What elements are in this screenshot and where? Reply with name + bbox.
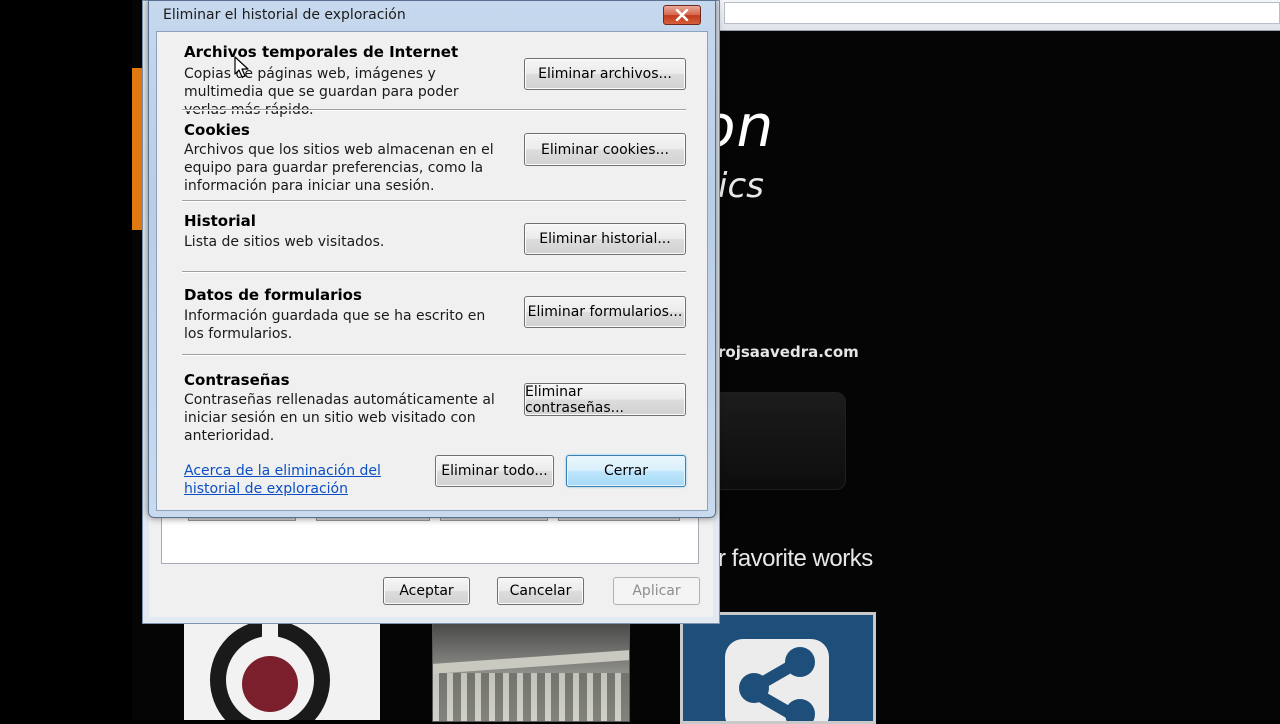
desktop-left-strip bbox=[0, 0, 132, 720]
delete-passwords-button[interactable]: Eliminar contraseñas... bbox=[524, 383, 686, 416]
section-title-history: Historial bbox=[184, 212, 256, 230]
mouse-cursor-icon bbox=[234, 56, 249, 78]
section-desc-form-data: Información guardada que se ha escrito e… bbox=[184, 308, 486, 342]
section-desc-cookies: Archivos que los sitios web almacenan en… bbox=[184, 142, 494, 194]
cancel-button[interactable]: Cancelar bbox=[497, 577, 584, 605]
section-title-form-data: Datos de formularios bbox=[184, 286, 362, 304]
section-divider bbox=[182, 271, 686, 273]
delete-history-button[interactable]: Eliminar historial... bbox=[524, 223, 686, 255]
site-email-text: rojsaavedra.com bbox=[718, 343, 859, 361]
ring-logo-core bbox=[242, 656, 298, 712]
section-divider bbox=[182, 200, 686, 202]
section-desc-history: Lista de sitios web visitados. bbox=[184, 234, 385, 250]
delete-all-button[interactable]: Eliminar todo... bbox=[435, 455, 554, 487]
browser-address-area[interactable] bbox=[724, 2, 1280, 24]
close-dialog-button[interactable]: Cerrar bbox=[566, 455, 686, 487]
close-icon bbox=[675, 9, 689, 21]
section-title-cookies: Cookies bbox=[184, 121, 250, 139]
favorites-heading: r favorite works bbox=[718, 545, 873, 572]
section-divider bbox=[182, 109, 686, 111]
portfolio-thumbnail-share[interactable] bbox=[680, 612, 876, 724]
section-desc-passwords: Contraseñas rellenadas automáticamente a… bbox=[184, 392, 495, 444]
portfolio-thumbnail-building[interactable] bbox=[432, 612, 630, 722]
dialog-title: Eliminar el historial de exploración bbox=[163, 7, 406, 23]
options-group-panel bbox=[161, 518, 699, 564]
close-button[interactable] bbox=[663, 5, 701, 25]
section-title-temp-files: Archivos temporales de Internet bbox=[184, 43, 459, 61]
dark-rounded-button[interactable] bbox=[712, 392, 846, 490]
portfolio-thumbnail-logo[interactable] bbox=[184, 612, 380, 720]
orange-accent-edge bbox=[132, 68, 142, 230]
hero-subheading: ics bbox=[718, 166, 764, 206]
delete-files-button[interactable]: Eliminar archivos... bbox=[524, 58, 686, 90]
building-columns bbox=[433, 673, 629, 721]
apply-button[interactable]: Aplicar bbox=[613, 577, 700, 605]
delete-forms-button[interactable]: Eliminar formularios... bbox=[524, 296, 686, 328]
about-deletion-help-link[interactable]: Acerca de la eliminación del historial d… bbox=[184, 462, 404, 498]
building-roof bbox=[433, 650, 629, 674]
section-title-passwords: Contraseñas bbox=[184, 371, 290, 389]
share-icon bbox=[725, 639, 829, 721]
section-divider bbox=[182, 354, 686, 356]
accept-button[interactable]: Aceptar bbox=[383, 577, 470, 605]
browser-toolbar bbox=[720, 0, 1280, 31]
delete-cookies-button[interactable]: Eliminar cookies... bbox=[524, 133, 686, 166]
